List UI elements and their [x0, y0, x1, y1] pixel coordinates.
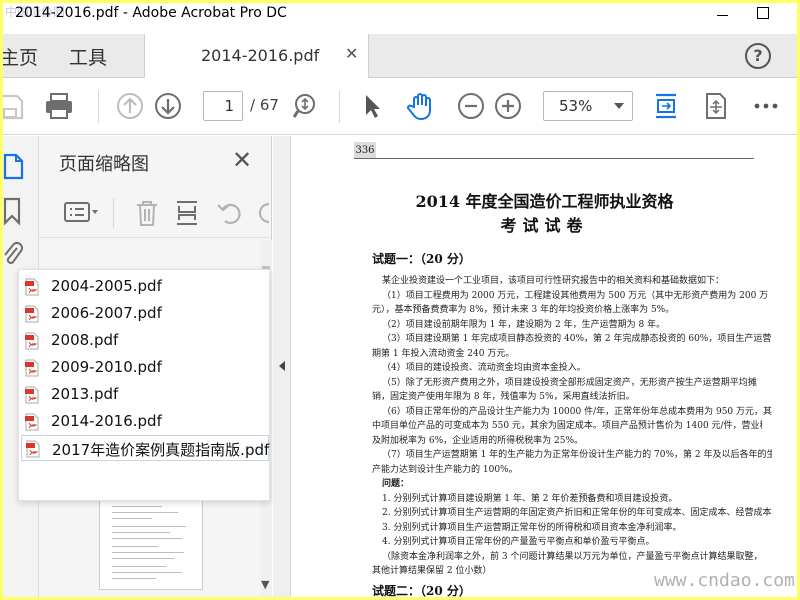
collapse-panel-icon[interactable] — [279, 361, 285, 371]
panel-toolbar — [39, 188, 272, 238]
window-title: 2014-2016.pdf - Adobe Acrobat Pro DC — [15, 5, 287, 21]
document-text-line: （1）项目工程费用为 2000 万元，工程建设其他费用为 500 万元（其中无形… — [382, 290, 769, 301]
scroll-down-icon[interactable]: ▼ — [261, 578, 269, 591]
maximize-button[interactable] — [749, 3, 789, 27]
file-item-selected[interactable]: 2017年造价案例真题指南版.pdf — [21, 435, 269, 461]
toolbar-divider — [339, 91, 340, 123]
previous-page-icon[interactable] — [115, 91, 145, 121]
pdf-file-icon — [25, 359, 39, 377]
question-heading: 试题二：（20 分） — [372, 584, 471, 597]
document-text-line: 问题： — [382, 479, 410, 489]
toolbar-divider — [98, 91, 99, 123]
document-text-line: 及附加税率为 6%，企业适用的所得税税率为 25%。 — [372, 435, 584, 446]
file-dropdown-list: 2004-2005.pdf 2006-2007.pdf 2008.pdf 200… — [18, 269, 270, 501]
tab-tools[interactable]: 工具 — [69, 43, 107, 70]
file-name: 2006-2007.pdf — [51, 304, 162, 322]
zoom-in-icon[interactable] — [493, 91, 523, 121]
document-text-line: （7）项目生产运营期第 1 年的生产能力为正常年份设计生产能力的 70%，第 2… — [382, 450, 772, 460]
document-view[interactable]: 336 2014 年度全国造价工程师执业资格 考试试卷 试题一：（20 分） 某… — [292, 136, 797, 597]
document-text-line: （6）项目正常年份的产品设计生产能力为 10000 件/年，正常年份年总成本费用… — [382, 406, 772, 417]
zoom-page-icon[interactable] — [291, 91, 321, 121]
next-page-icon[interactable] — [153, 91, 183, 121]
panel-splitter[interactable] — [273, 136, 291, 597]
document-text-line: 2. 分别列式计算项目生产运营期的年固定资产折旧和正常年份的年可变成本、固定成本… — [382, 508, 772, 518]
file-item[interactable]: 2013.pdf — [21, 382, 269, 408]
attachment-icon[interactable] — [3, 240, 25, 270]
save-icon[interactable] — [3, 91, 25, 121]
page-thumbnails-icon[interactable] — [3, 152, 27, 182]
tab-document-label: 2014-2016.pdf — [201, 46, 320, 65]
delete-page-icon[interactable] — [134, 198, 160, 228]
pdf-file-icon — [25, 278, 39, 296]
pdf-file-icon — [25, 332, 39, 350]
rotate-right-icon[interactable] — [257, 198, 272, 228]
document-text-line: （除资本金净利润率之外，前 3 个问题计算结果以万元为单位，产量盈亏平衡点计算结… — [382, 551, 763, 562]
minimize-button[interactable] — [703, 3, 743, 27]
panel-divider — [113, 198, 114, 228]
print-icon[interactable] — [43, 91, 75, 121]
close-tab-icon[interactable]: ✕ — [345, 44, 358, 63]
file-name: 2004-2005.pdf — [51, 277, 162, 295]
document-text-line: 中项目单位产品的可变成本为 550 元，其余为固定成本。项目产品预计售价为 14… — [372, 421, 762, 431]
document-text-line: 3. 分别列式计算项目生产运营期正常年份的所得税和项目资本金净利润率。 — [382, 522, 682, 533]
document-text-line: 产能力达到设计生产能力的 100%。 — [372, 464, 518, 475]
rotate-left-icon[interactable] — [215, 198, 245, 228]
thumbnail-options-icon[interactable] — [63, 200, 101, 226]
pdf-file-icon — [25, 305, 39, 323]
file-name: 2017年造价案例真题指南版.pdf — [52, 441, 270, 459]
file-item[interactable]: 2009-2010.pdf — [21, 355, 269, 381]
document-text-line: （5）除了无形资产费用之外，项目建设投资全部形成固定资产，无形资产按生产运营期平… — [382, 377, 757, 388]
zoom-level-value: 53% — [559, 97, 593, 115]
header-rule — [354, 158, 754, 159]
pdf-file-icon — [26, 440, 40, 458]
document-text-line: （2）项目建设前期年限为 1 年，建设期为 2 年，生产运营期为 8 年。 — [382, 319, 666, 330]
file-item[interactable]: 2008.pdf — [21, 328, 269, 354]
hand-tool-icon[interactable] — [405, 91, 439, 121]
extract-page-icon[interactable] — [174, 198, 202, 228]
file-name: 2008.pdf — [51, 331, 119, 349]
document-text-line: 1. 分别列式计算项目建设期第 1 年、第 2 年价差预备费和项目建设投资。 — [382, 493, 678, 504]
page-count: / 67 — [250, 96, 279, 114]
main-toolbar: 1 / 67 53% — [3, 79, 797, 135]
select-cursor-icon[interactable] — [359, 91, 385, 121]
document-text-line: （3）项目建设期第 1 年完成项目静态投资的 40%，第 2 年完成静态投资的 … — [382, 334, 772, 344]
more-options-icon[interactable] — [751, 91, 781, 121]
pdf-file-icon — [25, 386, 39, 404]
zoom-out-icon[interactable] — [456, 91, 486, 121]
chevron-down-icon — [614, 103, 624, 109]
fit-page-icon[interactable] — [651, 91, 681, 121]
title-bar: 中国造价网 2014-2016.pdf - Adobe Acrobat Pro … — [3, 3, 797, 27]
file-name: 2014-2016.pdf — [51, 412, 162, 430]
close-panel-icon[interactable]: ✕ — [232, 146, 252, 174]
document-text-line: 期第 1 年投入流动资金 240 万元。 — [372, 348, 515, 359]
document-subtitle: 考试试卷 — [500, 216, 589, 235]
tab-home[interactable]: 主页 — [3, 43, 38, 70]
panel-title: 页面缩略图 — [59, 154, 149, 175]
zoom-level-select[interactable]: 53% — [543, 91, 633, 121]
file-item[interactable]: 2014-2016.pdf — [21, 409, 269, 435]
file-item[interactable]: 2006-2007.pdf — [21, 301, 269, 327]
document-text-line: 某企业投资建设一个工业项目，该项目可行性研究报告中的相关资料和基础数据如下： — [382, 276, 725, 286]
acrobat-window: 中国造价网 2014-2016.pdf - Adobe Acrobat Pro … — [3, 3, 797, 597]
file-item[interactable]: 2004-2005.pdf — [21, 274, 269, 300]
help-icon[interactable]: ? — [745, 43, 771, 69]
document-text-line: 元），基本预备费费率为 8%，预计未来 3 年的年均投资价格上涨率为 5%。 — [372, 305, 675, 315]
document-text-line: 4. 分别列式计算项目正常年份的产量盈亏平衡点和单价盈亏平衡点。 — [382, 537, 655, 547]
document-text-line: 销，固定资产使用年限为 8 年，残值率为 5%，采用直线法折旧。 — [372, 392, 635, 402]
document-title: 2014 年度全国造价工程师执业资格 — [415, 192, 674, 211]
file-name: 2009-2010.pdf — [51, 358, 162, 376]
pdf-file-icon — [25, 413, 39, 431]
read-mode-icon[interactable] — [701, 91, 731, 121]
site-watermark: www.cndao.com — [654, 570, 795, 591]
page-label: 336 — [354, 142, 376, 159]
page-number-input[interactable]: 1 — [203, 91, 243, 121]
file-name: 2013.pdf — [51, 385, 119, 403]
question-heading: 试题一：（20 分） — [372, 252, 471, 266]
tab-document[interactable]: 2014-2016.pdf ✕ — [144, 34, 369, 78]
tab-bar: 主页 工具 2014-2016.pdf ✕ ? — [3, 34, 797, 78]
bookmark-icon[interactable] — [3, 196, 25, 226]
document-text-line: （4）项目的建设投资、流动资金均由资本金投入。 — [382, 363, 586, 373]
